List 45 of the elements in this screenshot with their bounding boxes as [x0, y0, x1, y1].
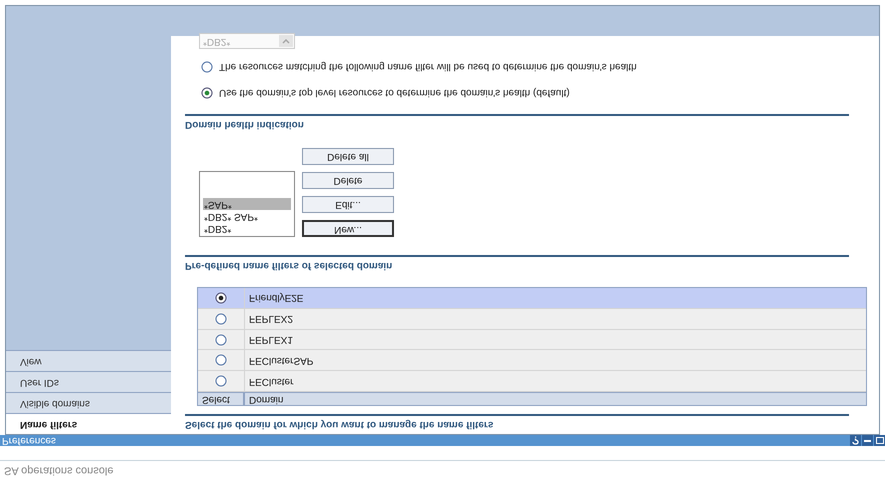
- radio-button[interactable]: [215, 292, 227, 304]
- section-heading: Select the domain for which you want to manage the name filters: [185, 414, 849, 432]
- section-heading: Pre-defined name filters of selected domain: [185, 255, 849, 274]
- sidebar-item[interactable]: User IDs: [6, 371, 171, 392]
- button[interactable]: Edit...: [302, 196, 394, 214]
- list-item[interactable]: *DB2*: [203, 222, 291, 234]
- table-row[interactable]: FEPLEX2: [198, 308, 866, 330]
- table-cell-text: FEPLEX2: [248, 312, 294, 326]
- button[interactable]: New...: [302, 220, 394, 238]
- section-heading: Domain health indication: [185, 114, 849, 132]
- table-row[interactable]: FriendlyE2E: [198, 288, 866, 309]
- sidebar-item[interactable]: View: [6, 350, 171, 371]
- list-item[interactable]: *SAP*: [203, 198, 291, 210]
- minimize-button[interactable]: [862, 435, 873, 446]
- list-item[interactable]: *DB2* SAP*: [203, 210, 291, 222]
- help-icon: [852, 436, 859, 445]
- option-label: The resources matching the following name filter will be used to determine the domain's health: [219, 60, 637, 74]
- radio-button[interactable]: [215, 334, 227, 346]
- minimize-icon: [864, 440, 871, 442]
- sidebar-item[interactable]: Visible domains: [6, 392, 171, 413]
- button[interactable]: Delete: [302, 172, 394, 190]
- table-row[interactable]: FEPLEX1: [198, 330, 866, 350]
- table-cell-text: FEPLEX1: [248, 333, 294, 347]
- column-header[interactable]: Select: [198, 393, 245, 405]
- maximize-button[interactable]: [874, 435, 885, 446]
- filter-list[interactable]: *SAP* *DB2* SAP* *DB2*: [199, 171, 295, 238]
- window-title: Preferences: [1, 435, 56, 446]
- maximize-icon: [876, 437, 884, 444]
- help-button[interactable]: [850, 435, 861, 446]
- button[interactable]: Delete all: [302, 148, 394, 166]
- table-cell-text: FEClusterSAP: [248, 354, 314, 368]
- combo-value: *DB2*: [203, 34, 230, 49]
- table-cell-text: FECluster: [248, 374, 294, 389]
- app-title: SA operations console: [4, 464, 114, 479]
- radio-button[interactable]: [215, 312, 227, 325]
- option-label: Use the domain's top level resources to determine the domain's health (default): [219, 86, 570, 100]
- caret-icon: [282, 38, 290, 44]
- table-row[interactable]: FECluster: [198, 371, 866, 392]
- column-header[interactable]: Domain: [245, 393, 866, 405]
- table-cell-text: FriendlyE2E: [248, 291, 304, 306]
- radio-button[interactable]: [201, 60, 213, 73]
- table-row[interactable]: FEClusterSAP: [198, 350, 866, 372]
- radio-button[interactable]: [215, 354, 227, 366]
- radio-button[interactable]: [201, 86, 213, 99]
- radio-button[interactable]: [215, 375, 227, 388]
